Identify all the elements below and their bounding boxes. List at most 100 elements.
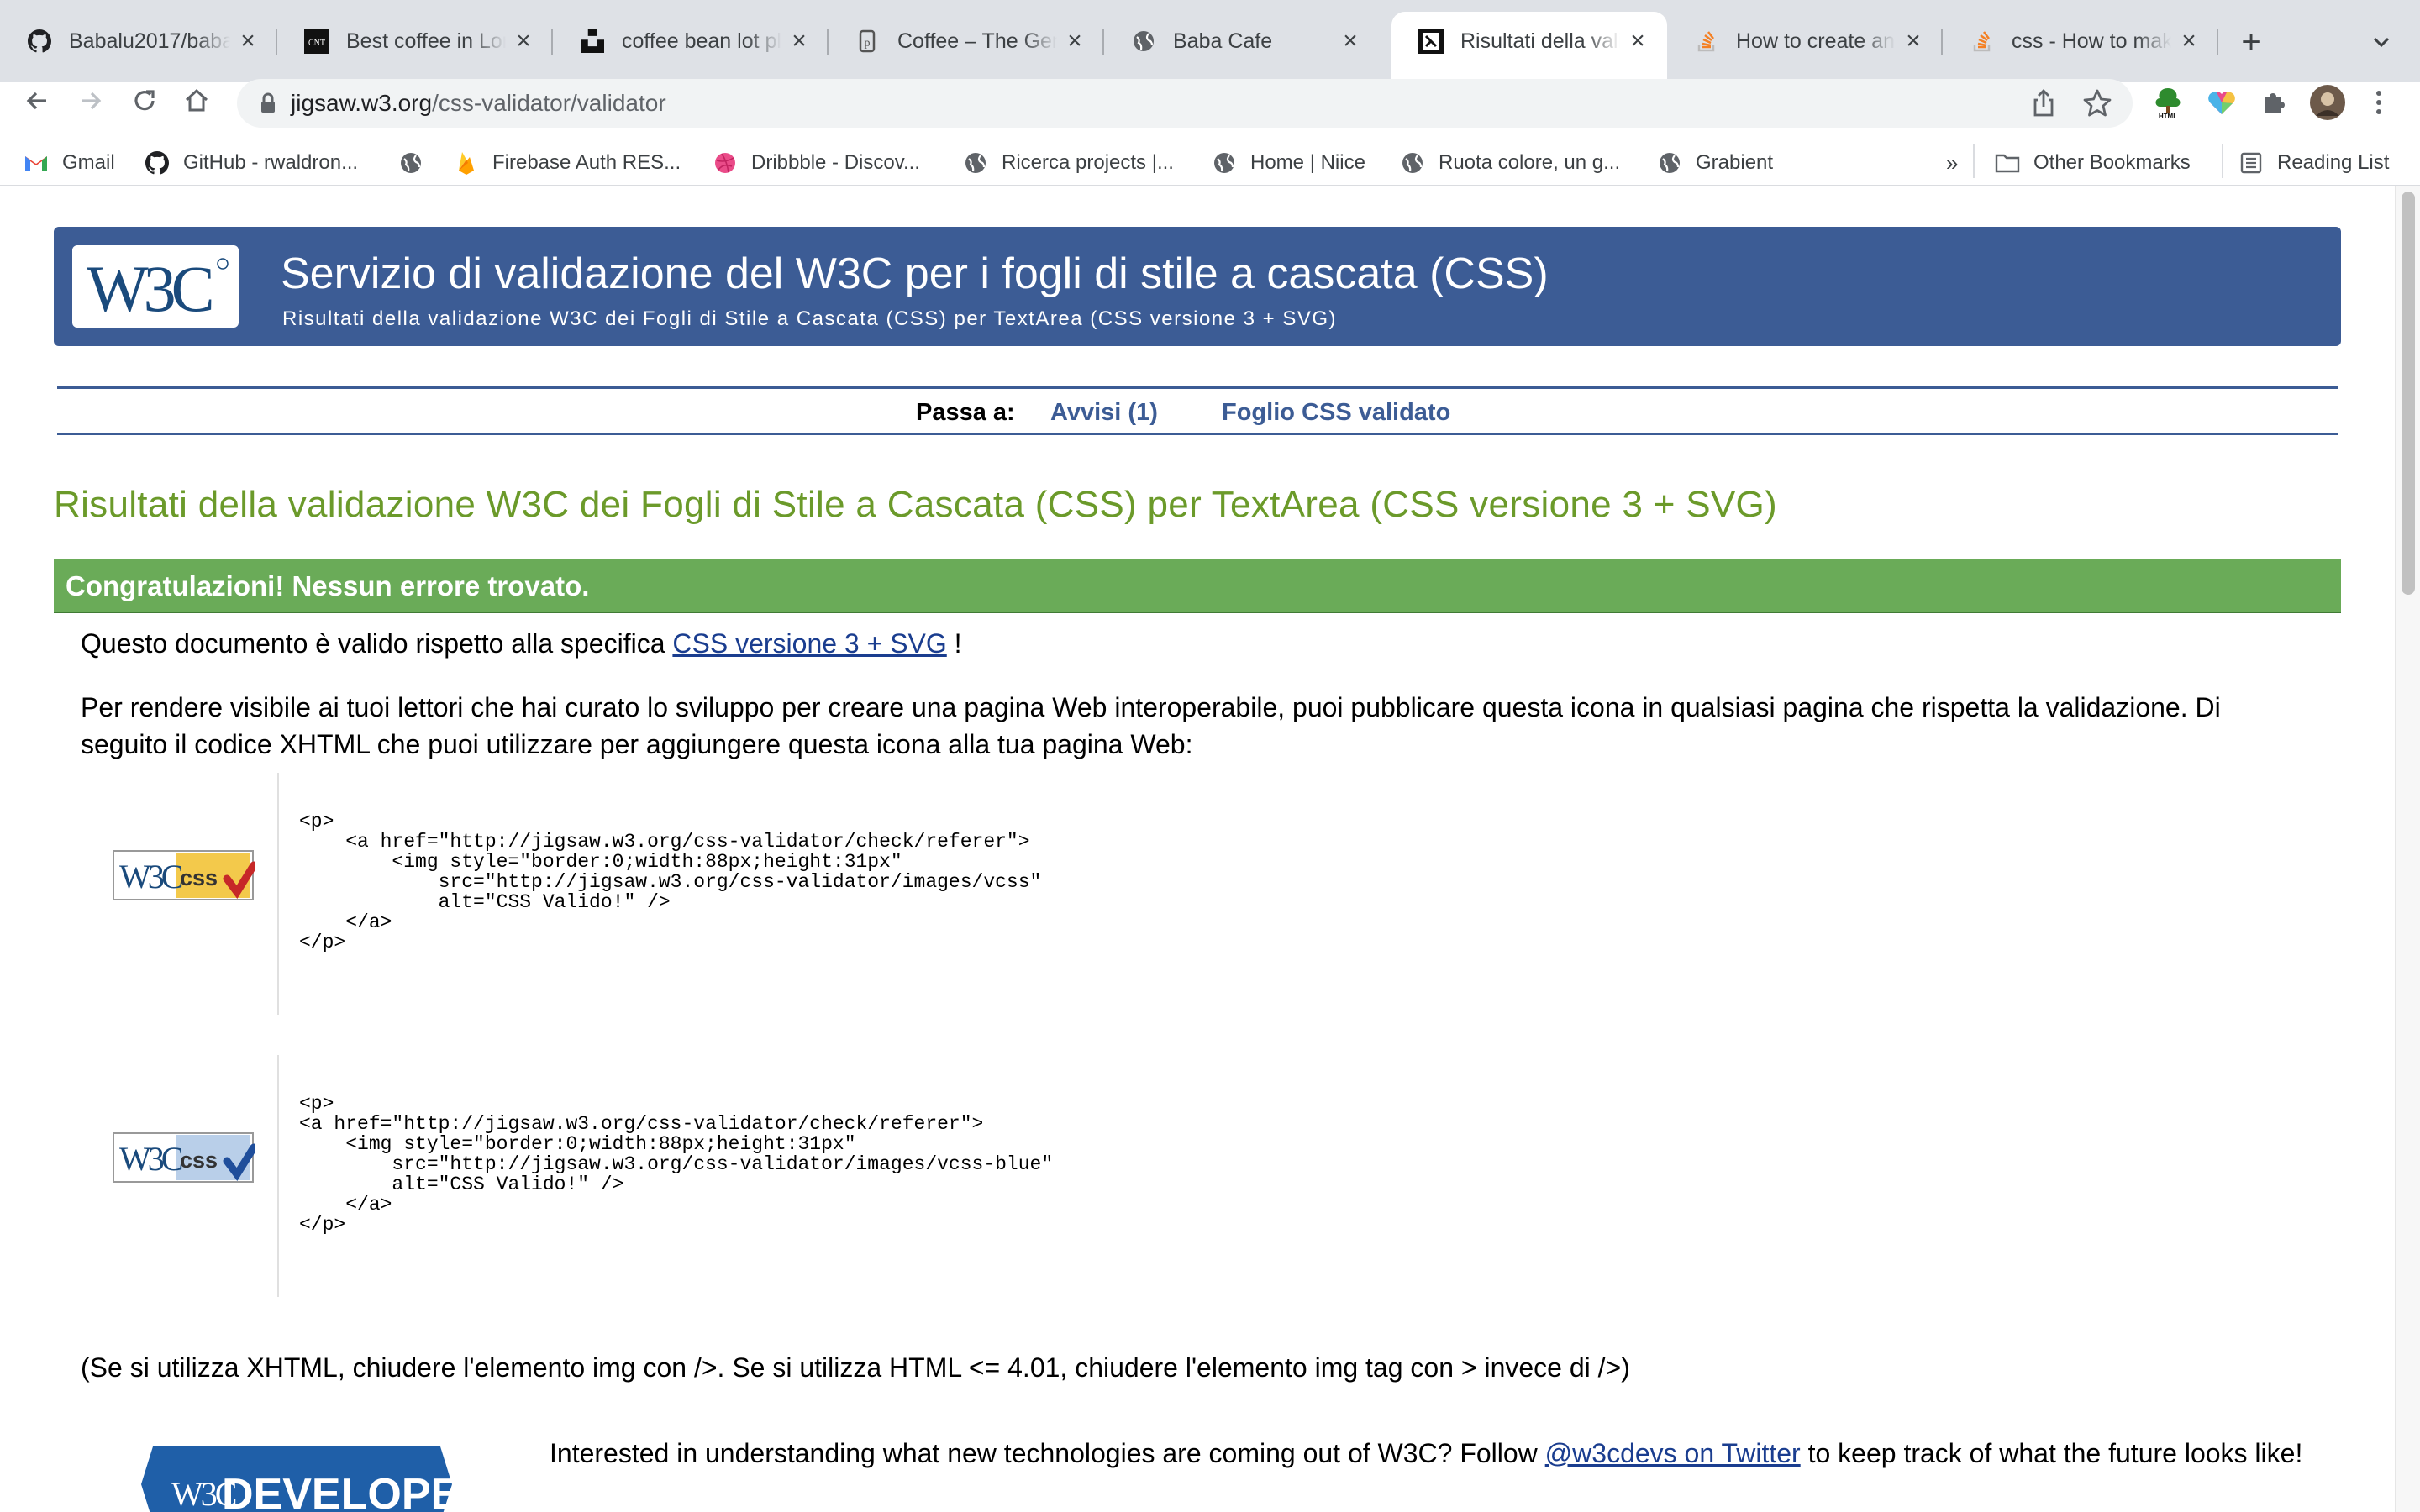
validated-css-link[interactable]: Foglio CSS validato: [1222, 399, 1450, 427]
bookmark-ruota-colore[interactable]: Ruota colore, un g...: [1400, 146, 1620, 180]
css-spec-link[interactable]: CSS versione 3 + SVG: [672, 628, 946, 659]
tab-unsplash[interactable]: coffee bean lot pl ×: [553, 12, 829, 71]
lock-icon[interactable]: [255, 91, 281, 116]
svg-text:p: p: [865, 37, 871, 50]
results-heading: Risultati della validazione W3C dei Fogl…: [54, 484, 1777, 525]
xhtml-note: (Se si utilizza XHTML, chiudere l'elemen…: [81, 1352, 1630, 1383]
w3c-logo-text: W3C: [87, 252, 212, 323]
tab-cnt[interactable]: CNT Best coffee in Lon ×: [277, 12, 553, 71]
gmail-icon: [24, 150, 49, 176]
back-arrow-icon[interactable]: [18, 82, 55, 119]
tab-stackoverflow-1[interactable]: How to create an ×: [1667, 12, 1943, 71]
close-icon[interactable]: ×: [1338, 27, 1363, 55]
html-validator-extension-icon[interactable]: HTML: [2149, 84, 2186, 121]
tab-w3c-active[interactable]: Risultati della vali ×: [1392, 12, 1667, 82]
bookmark-grabient[interactable]: Grabient: [1657, 146, 1773, 180]
bookmark-github[interactable]: GitHub - rwaldron...: [145, 146, 358, 180]
icon-instructions: Per rendere visibile ai tuoi lettori che…: [81, 692, 2221, 759]
globe-icon: [1131, 29, 1156, 54]
home-icon[interactable]: [178, 82, 215, 119]
unsplash-icon: [580, 29, 605, 54]
tab-title: Coffee – The Gen: [897, 29, 1057, 53]
tab-baba-cafe[interactable]: Baba Cafe ×: [1104, 12, 1380, 71]
valid-suffix: !: [946, 628, 962, 659]
svg-text:CNT: CNT: [308, 39, 325, 48]
avatar[interactable]: [2309, 84, 2346, 121]
url-text[interactable]: jigsaw.w3.org/css-validator/validator: [291, 90, 666, 117]
forward-arrow-icon[interactable]: [72, 82, 109, 119]
svg-text:W3C: W3C: [119, 858, 182, 895]
close-icon[interactable]: ×: [1625, 27, 1650, 55]
coffee-icon: p: [855, 29, 881, 54]
reload-icon[interactable]: [126, 82, 163, 119]
w3cdevs-twitter-link[interactable]: @w3cdevs on Twitter: [1545, 1438, 1801, 1468]
tab-title: Best coffee in Lon: [346, 29, 506, 53]
close-icon[interactable]: ×: [1901, 27, 1926, 55]
close-icon[interactable]: ×: [235, 27, 260, 55]
w3c-icon: [1418, 29, 1444, 54]
bookmarks-bar: Gmail GitHub - rwaldron... Firebase Auth…: [0, 141, 2420, 186]
url-path: /css-validator/validator: [432, 90, 666, 116]
w3c-developers-logo[interactable]: W3C DEVELOPERS: [141, 1446, 452, 1512]
bookmark-label: Dribbble - Discov...: [751, 151, 920, 174]
globe-icon: [1400, 150, 1425, 176]
other-bookmarks[interactable]: Other Bookmarks: [1995, 146, 2191, 180]
bookmark-ricerca[interactable]: Ricerca projects |...: [963, 146, 1174, 180]
valid-statement: Questo documento è valido rispetto alla …: [81, 625, 962, 662]
bookmark-firebase[interactable]: Firebase Auth RES...: [454, 146, 681, 180]
bookmark-label: Ruota colore, un g...: [1439, 151, 1621, 174]
close-icon[interactable]: ×: [511, 27, 536, 55]
svg-text:HTML: HTML: [2159, 113, 2177, 119]
globe-icon: [1657, 150, 1682, 176]
css-valid-blue-badge: W3C css: [113, 1132, 255, 1183]
page-viewport: W3C Servizio di validazione del W3C per …: [0, 186, 2395, 1512]
tab-title: coffee bean lot pl: [622, 29, 781, 53]
new-tab-plus-icon[interactable]: +: [2230, 24, 2272, 60]
reading-list[interactable]: Reading List: [2238, 146, 2389, 180]
bookmarks-divider: [2222, 144, 2223, 178]
tab-github[interactable]: Babalu2017/baba ×: [0, 12, 277, 71]
blue-badge-code: <p> <a href="http://jigsaw.w3.org/css-va…: [299, 1093, 1054, 1236]
tab-coffee[interactable]: p Coffee – The Gen ×: [829, 12, 1104, 71]
stackoverflow-icon: [1694, 29, 1719, 54]
tab-stackoverflow-2[interactable]: css - How to mak ×: [1943, 12, 2218, 71]
page-scrollbar[interactable]: [2395, 186, 2420, 1512]
browser-chrome: Babalu2017/baba × CNT Best coffee in Lon…: [0, 0, 2420, 186]
gold-badge-code: <p> <a href="http://jigsaw.w3.org/css-va…: [299, 811, 1042, 953]
jump-navigation: Passa a: Avvisi (1) Foglio CSS validato: [57, 386, 2338, 435]
bookmark-star-icon[interactable]: [2081, 87, 2114, 120]
validator-banner: W3C Servizio di validazione del W3C per …: [54, 227, 2341, 346]
twitter-prefix: Interested in understanding what new tec…: [550, 1438, 1545, 1468]
tab-title: Baba Cafe: [1173, 29, 1273, 53]
tab-search-chevron-icon[interactable]: [2365, 25, 2398, 59]
bookmark-globe[interactable]: [398, 146, 437, 180]
more-menu-icon[interactable]: [2366, 84, 2391, 121]
close-icon[interactable]: ×: [786, 27, 812, 55]
bookmark-gmail[interactable]: Gmail: [24, 146, 115, 180]
bookmarks-divider: [1973, 144, 1975, 178]
w3c-logo[interactable]: W3C: [72, 245, 239, 328]
address-bar[interactable]: jigsaw.w3.org/css-validator/validator: [237, 79, 2133, 128]
bookmark-dribbble[interactable]: Dribbble - Discov...: [713, 146, 920, 180]
tab-strip: Babalu2017/baba × CNT Best coffee in Lon…: [0, 0, 2420, 82]
folder-icon: [1995, 150, 2020, 176]
share-icon[interactable]: [2027, 87, 2060, 120]
firebase-icon: [454, 150, 479, 176]
github-icon: [145, 150, 170, 176]
stackoverflow-icon: [1970, 29, 1995, 54]
dribbble-icon: [713, 150, 738, 176]
bookmark-label: Firebase Auth RES...: [492, 151, 681, 174]
scroll-thumb[interactable]: [2402, 192, 2415, 595]
close-icon[interactable]: ×: [1062, 27, 1087, 55]
globe-icon: [1212, 150, 1237, 176]
url-host: jigsaw.w3.org: [291, 90, 433, 116]
close-icon[interactable]: ×: [2176, 27, 2202, 55]
warnings-link[interactable]: Avvisi (1): [1050, 399, 1158, 427]
svg-text:css: css: [180, 865, 218, 890]
puzzle-extensions-icon[interactable]: [2255, 84, 2292, 121]
colorful-heart-extension-icon[interactable]: [2203, 84, 2240, 121]
bookmarks-overflow-chevron[interactable]: »: [1946, 146, 1958, 180]
tab-title: css - How to mak: [2012, 29, 2171, 53]
svg-text:DEVELOPERS: DEVELOPERS: [222, 1470, 452, 1512]
bookmark-niice[interactable]: Home | Niice: [1212, 146, 1365, 180]
